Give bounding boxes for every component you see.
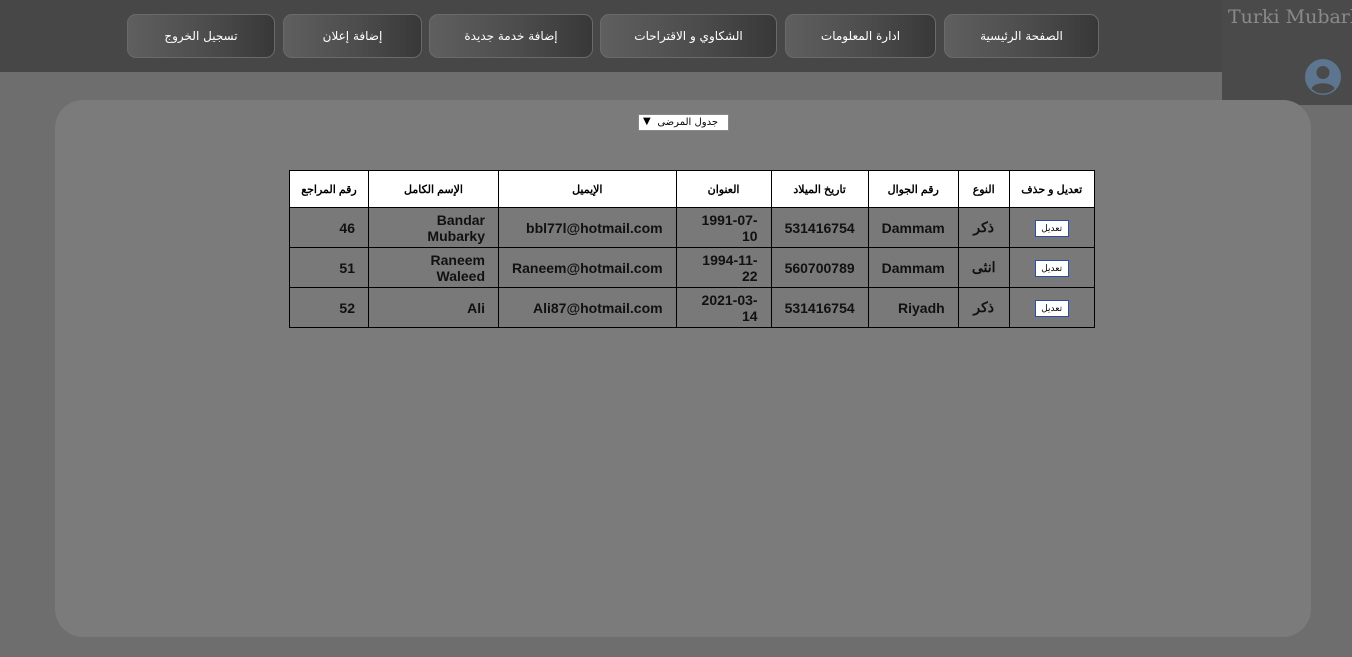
header-phone: رقم الجوال bbox=[867, 170, 959, 208]
full-name-cell: Raneem Waleed bbox=[368, 247, 499, 288]
address-cell: 1991-07-10 bbox=[675, 207, 772, 248]
email-cell: bbl77l@hotmail.com bbox=[498, 207, 677, 248]
header-gender: النوع bbox=[957, 170, 1010, 208]
edit-button[interactable]: تعديل bbox=[1034, 260, 1069, 277]
chevron-down-icon: ▼ bbox=[643, 116, 651, 127]
actions-cell: تعديل bbox=[1008, 247, 1095, 288]
nav-add-service-button[interactable]: إضافة خدمة جديدة bbox=[429, 14, 593, 58]
email-cell: Raneem@hotmail.com bbox=[498, 247, 677, 288]
table-row: تعديل ذكر Riyadh 531416754 2021-03-14 Al… bbox=[289, 287, 1095, 328]
table-header-row: تعديل و حذف النوع رقم الجوال تاريخ الميل… bbox=[289, 170, 1095, 208]
full-name-cell: Ali bbox=[368, 287, 499, 328]
user-avatar-icon[interactable] bbox=[1304, 58, 1342, 96]
actions-cell: تعديل bbox=[1008, 207, 1095, 248]
phone-cell: Dammam bbox=[867, 247, 959, 288]
gender-cell: انثى bbox=[957, 247, 1010, 288]
phone-cell: Riyadh bbox=[867, 287, 959, 328]
patient-id-cell: 46 bbox=[289, 207, 369, 248]
user-panel: Turki Mubarky bbox=[1222, 0, 1352, 105]
birth-date-cell: 560700789 bbox=[770, 247, 869, 288]
table-select-value: جدول المرضى bbox=[657, 117, 718, 128]
header-actions: تعديل و حذف bbox=[1008, 170, 1095, 208]
edit-button[interactable]: تعديل bbox=[1034, 300, 1069, 317]
table-row: تعديل انثى Dammam 560700789 1994-11-22 R… bbox=[289, 247, 1095, 288]
edit-button[interactable]: تعديل bbox=[1034, 220, 1069, 237]
table-select-dropdown[interactable]: جدول المرضى ▼ bbox=[638, 114, 729, 131]
nav-home-button[interactable]: الصفحة الرئيسية bbox=[944, 14, 1099, 58]
actions-cell: تعديل bbox=[1008, 287, 1095, 328]
birth-date-cell: 531416754 bbox=[770, 287, 869, 328]
patients-table: تعديل و حذف النوع رقم الجوال تاريخ الميل… bbox=[289, 170, 1095, 328]
phone-cell: Dammam bbox=[867, 207, 959, 248]
patient-id-cell: 51 bbox=[289, 247, 369, 288]
nav-manage-info-button[interactable]: ادارة المعلومات bbox=[785, 14, 936, 58]
header-email: الإيميل bbox=[498, 170, 677, 208]
header-full-name: الإسم الكامل bbox=[368, 170, 499, 208]
gender-cell: ذكر bbox=[957, 287, 1010, 328]
user-name: Turki Mubarky bbox=[1228, 6, 1352, 28]
address-cell: 1994-11-22 bbox=[675, 247, 772, 288]
full-name-cell: Bandar Mubarky bbox=[368, 207, 499, 248]
header-birth-date: تاريخ الميلاد bbox=[770, 170, 869, 208]
email-cell: Ali87@hotmail.com bbox=[498, 287, 677, 328]
birth-date-cell: 531416754 bbox=[770, 207, 869, 248]
header-address: العنوان bbox=[675, 170, 772, 208]
patient-id-cell: 52 bbox=[289, 287, 369, 328]
nav-logout-button[interactable]: تسجيل الخروج bbox=[127, 14, 275, 58]
table-row: تعديل ذكر Dammam 531416754 1991-07-10 bb… bbox=[289, 207, 1095, 248]
address-cell: 2021-03-14 bbox=[675, 287, 772, 328]
nav-add-ad-button[interactable]: إضافة إعلان bbox=[283, 14, 422, 58]
nav-complaints-button[interactable]: الشكاوي و الاقتراحات bbox=[600, 14, 777, 58]
gender-cell: ذكر bbox=[957, 207, 1010, 248]
top-nav-bar: الصفحة الرئيسية ادارة المعلومات الشكاوي … bbox=[0, 0, 1352, 72]
header-patient-id: رقم المراجع bbox=[289, 170, 369, 208]
